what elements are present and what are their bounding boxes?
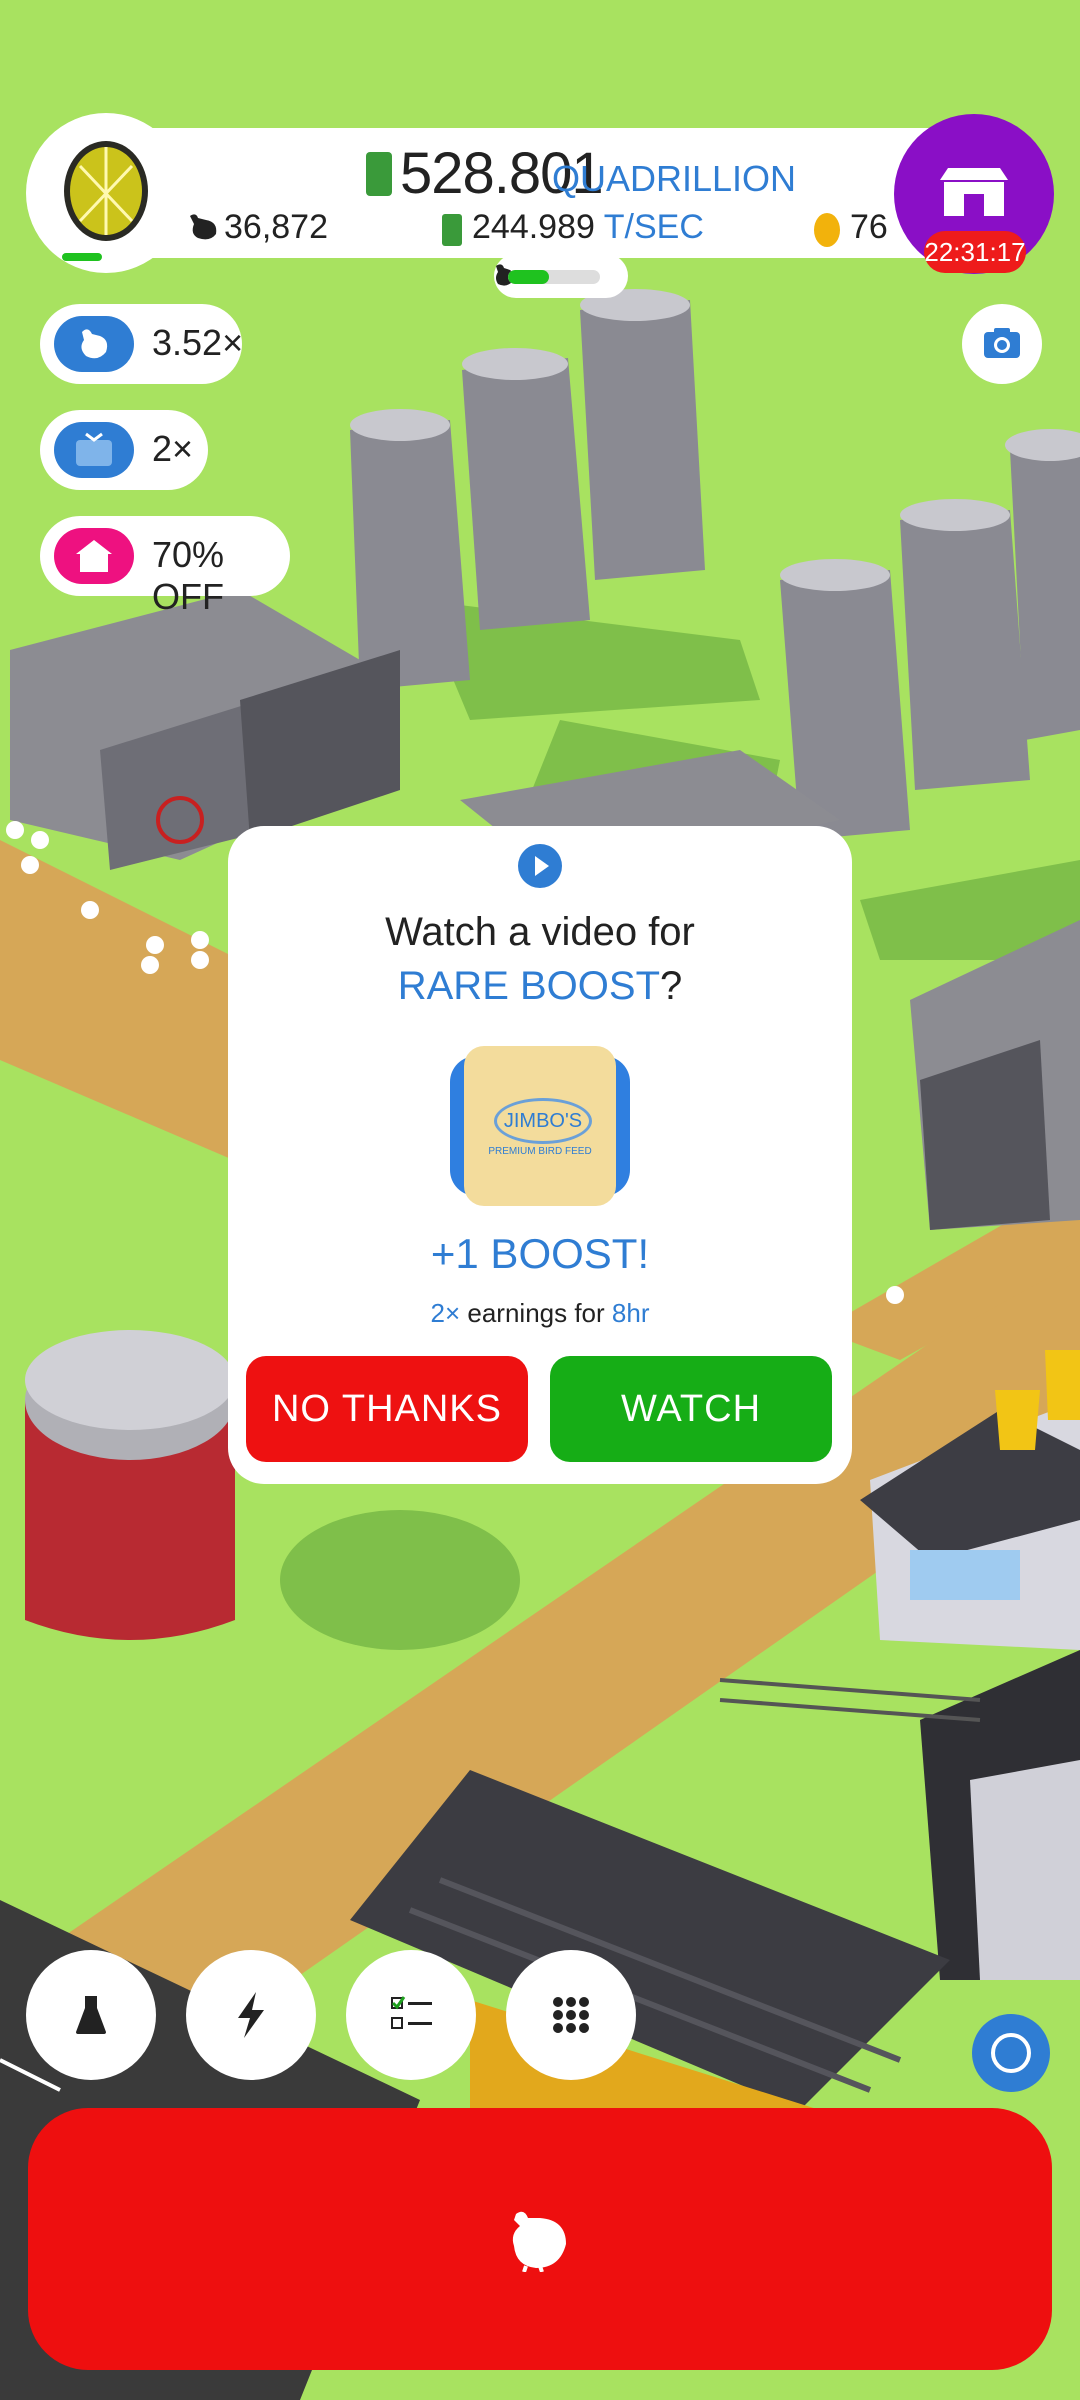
tv-boost-label: 2× — [152, 428, 194, 469]
camera-icon — [984, 328, 1020, 358]
ring-icon — [991, 2033, 1031, 2073]
research-button[interactable] — [26, 1950, 156, 2080]
bag-brand: JIMBO'S — [494, 1098, 592, 1144]
chicken-boost-button[interactable]: 3.52× — [40, 304, 244, 384]
house-discount-label: 70% OFF — [152, 534, 225, 617]
hatch-progress-bar — [508, 270, 600, 284]
bag-tagline: PREMIUM BIRD FEED — [488, 1146, 592, 1157]
grid-icon — [553, 1997, 589, 2033]
hatch-chicken-button[interactable] — [28, 2108, 1052, 2370]
quests-button[interactable] — [346, 1950, 476, 2080]
egg-upgrade-button[interactable] — [26, 113, 186, 273]
income-rate: 244.989 T/SEC — [472, 208, 704, 247]
income-rate-unit: T/SEC — [603, 208, 704, 246]
checklist-icon — [391, 1996, 432, 2029]
camera-reset-button[interactable] — [972, 2014, 1050, 2092]
golden-egg-count: 76 — [850, 208, 888, 246]
chicken-boost-label: 3.52× — [152, 322, 244, 363]
dialog-title: Watch a video for — [385, 910, 695, 954]
tv-boost-icon — [54, 422, 134, 478]
chicken-boost-icon — [54, 316, 134, 372]
watch-video-dialog: Watch a video for RARE BOOST? JIMBO'S PR… — [228, 826, 852, 1484]
dialog-subtitle: RARE BOOST? — [228, 964, 852, 1009]
earnings-text: 2× earnings for 8hr — [228, 1298, 852, 1329]
income-rate-value: 244.989 — [472, 208, 595, 246]
boost-button[interactable] — [186, 1950, 316, 2080]
earnings-duration: 8hr — [611, 1298, 650, 1328]
no-thanks-button[interactable]: NO THANKS — [246, 1356, 528, 1462]
dialog-subtitle-suffix: ? — [660, 964, 683, 1008]
dialog-boost-name: RARE BOOST — [397, 964, 660, 1008]
play-video-icon — [518, 844, 562, 888]
feed-bag-image: JIMBO'S PREMIUM BIRD FEED — [450, 1046, 630, 1206]
tv-boost-button[interactable]: 2× — [40, 410, 208, 490]
shop-timer: 22:31:17 — [924, 231, 1026, 273]
earnings-label: earnings for — [467, 1298, 605, 1328]
cash-rate-icon — [442, 214, 462, 246]
reward-text: +1 BOOST! — [430, 1230, 650, 1277]
watch-button[interactable]: WATCH — [550, 1356, 832, 1462]
golden-egg-icon — [64, 141, 148, 241]
chicken-count-icon — [190, 214, 217, 240]
store-icon — [940, 168, 1008, 216]
flask-icon — [76, 1996, 106, 2034]
hatch-progress-fill — [508, 270, 550, 284]
house-discount-button[interactable]: 70% OFF — [40, 516, 290, 617]
lightning-icon — [238, 1992, 264, 2038]
cash-icon — [366, 152, 392, 196]
earnings-multiplier: 2× — [430, 1298, 461, 1328]
camera-button[interactable] — [962, 304, 1042, 384]
money-unit: QUADRILLION — [552, 158, 797, 199]
hatch-chicken-icon — [512, 2211, 566, 2272]
chicken-count: 36,872 — [224, 208, 328, 246]
golden-egg-currency-icon — [814, 213, 840, 247]
egg-progress-indicator — [62, 253, 102, 261]
house-discount-icon — [54, 528, 134, 584]
menu-grid-button[interactable] — [506, 1950, 636, 2080]
